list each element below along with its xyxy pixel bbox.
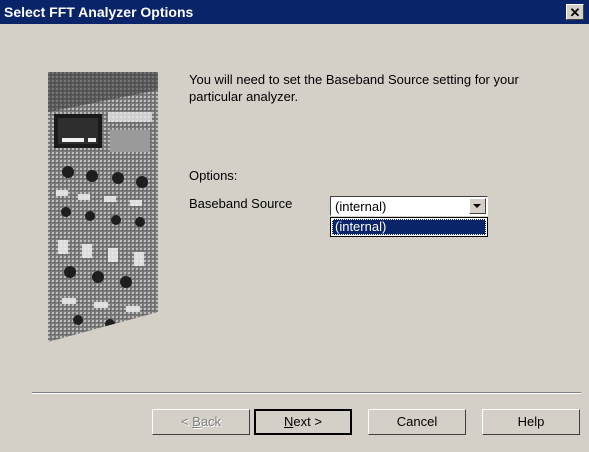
combo-dropdown-button[interactable] [469,198,486,214]
close-icon: ✕ [569,5,581,20]
next-accel: N [284,414,294,429]
help-button[interactable]: Help [482,409,580,435]
button-row-separator [32,392,581,394]
wizard-dialog: Select FFT Analyzer Options ✕ You will n… [0,0,589,452]
intro-text: You will need to set the Baseband Source… [189,72,519,104]
title-bar[interactable]: Select FFT Analyzer Options ✕ [0,0,589,24]
back-label: ack [200,414,222,429]
dialog-title: Select FFT Analyzer Options [4,4,194,20]
back-prefix: < [180,414,193,429]
cancel-button[interactable]: Cancel [368,409,466,435]
next-button[interactable]: Next > [254,409,352,435]
options-heading: Options: [189,168,238,183]
dropdown-option-internal[interactable]: (internal) [332,219,486,235]
baseband-source-dropdown-list: (internal) [330,217,488,237]
wizard-instrument-panel-image [48,72,158,350]
combo-selected-value: (internal) [335,199,387,214]
next-label: ext > [293,414,322,429]
back-button[interactable]: < Back [152,409,250,435]
baseband-source-label: Baseband Source [189,196,293,211]
baseband-source-combobox[interactable]: (internal) [330,196,488,216]
close-button[interactable]: ✕ [566,4,584,20]
back-accel: B [192,414,201,429]
chevron-down-icon [473,204,481,208]
